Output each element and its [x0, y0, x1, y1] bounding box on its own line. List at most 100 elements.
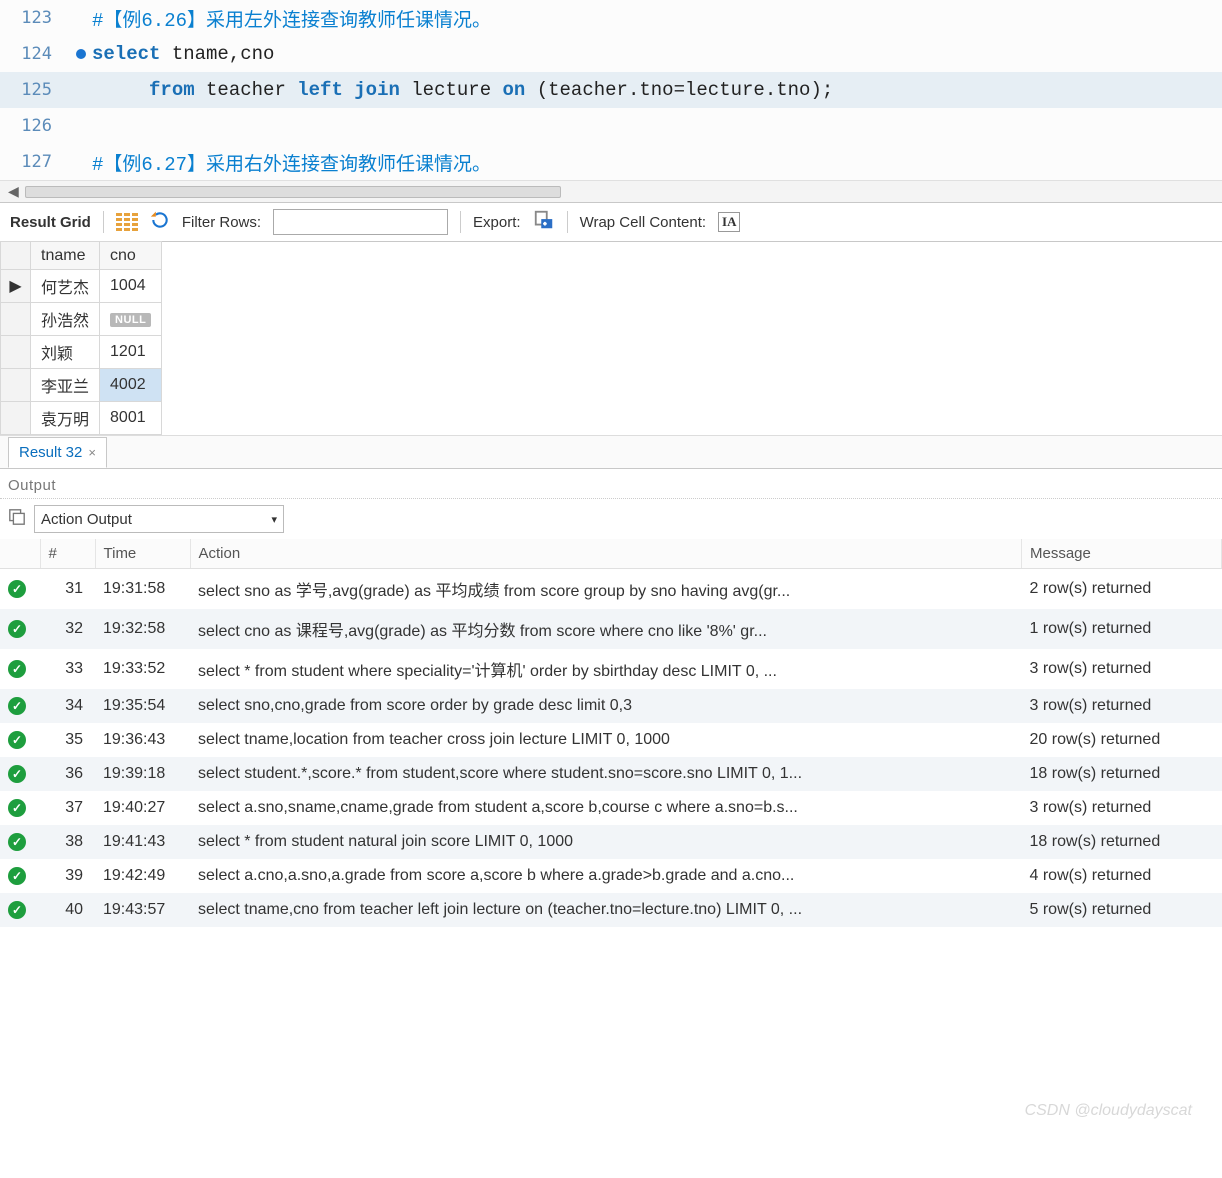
output-stack-icon[interactable] — [8, 508, 26, 530]
cell-cno[interactable]: 1004 — [100, 270, 162, 303]
row-marker — [1, 369, 31, 402]
log-row[interactable]: 3119:31:58select sno as 学号,avg(grade) as… — [0, 569, 1222, 610]
col-status — [0, 539, 40, 569]
log-row[interactable]: 3719:40:27select a.sno,sname,cname,grade… — [0, 791, 1222, 825]
action-output-log[interactable]: #TimeActionMessage3119:31:58select sno a… — [0, 539, 1222, 927]
cell-tname[interactable]: 何艺杰 — [31, 270, 100, 303]
log-time: 19:41:43 — [95, 825, 190, 859]
code-text[interactable]: from teacher left join lecture on (teach… — [92, 79, 833, 101]
breakpoint-icon[interactable] — [76, 49, 86, 59]
scroll-thumb[interactable] — [25, 186, 561, 198]
cell-cno[interactable]: NULL — [100, 303, 162, 336]
table-row[interactable]: 刘颖1201 — [1, 336, 162, 369]
status-ok-icon — [8, 620, 26, 638]
result-grid[interactable]: tnamecno▶何艺杰1004孙浩然NULL刘颖1201李亚兰4002袁万明8… — [0, 241, 162, 435]
col-num[interactable]: # — [40, 539, 95, 569]
status-ok-icon — [8, 697, 26, 715]
code-line[interactable]: 123 #【例6.26】采用左外连接查询教师任课情况。 — [0, 0, 1222, 36]
column-header[interactable]: tname — [31, 242, 100, 270]
chevron-down-icon: ▾ — [271, 513, 277, 526]
log-time: 19:39:18 — [95, 757, 190, 791]
table-row[interactable]: ▶何艺杰1004 — [1, 270, 162, 303]
col-message[interactable]: Message — [1022, 539, 1222, 569]
log-row[interactable]: 3519:36:43select tname,location from tea… — [0, 723, 1222, 757]
cell-tname[interactable]: 李亚兰 — [31, 369, 100, 402]
result-tab[interactable]: Result 32 × — [8, 437, 107, 468]
line-number: 125 — [0, 80, 70, 100]
row-marker — [1, 336, 31, 369]
line-number: 124 — [0, 44, 70, 64]
line-number: 127 — [0, 152, 70, 172]
log-time: 19:42:49 — [95, 859, 190, 893]
line-number: 123 — [0, 8, 70, 28]
row-marker: ▶ — [1, 270, 31, 303]
status-ok-icon — [8, 833, 26, 851]
result-tab-bar: Result 32 × — [0, 435, 1222, 469]
log-message: 3 row(s) returned — [1022, 791, 1222, 825]
log-num: 36 — [40, 757, 95, 791]
col-action[interactable]: Action — [190, 539, 1022, 569]
log-message: 4 row(s) returned — [1022, 859, 1222, 893]
log-row[interactable]: 4019:43:57select tname,cno from teacher … — [0, 893, 1222, 927]
code-text[interactable]: #【例6.26】采用左外连接查询教师任课情况。 — [92, 5, 491, 32]
filter-rows-input[interactable] — [273, 209, 448, 235]
editor-h-scrollbar[interactable]: ◀ — [0, 180, 1222, 202]
log-action: select sno as 学号,avg(grade) as 平均成绩 from… — [190, 569, 1022, 610]
table-row[interactable]: 孙浩然NULL — [1, 303, 162, 336]
refresh-icon[interactable] — [150, 210, 170, 234]
log-row[interactable]: 3619:39:18select student.*,score.* from … — [0, 757, 1222, 791]
col-time[interactable]: Time — [95, 539, 190, 569]
log-action: select sno,cno,grade from score order by… — [190, 689, 1022, 723]
log-num: 37 — [40, 791, 95, 825]
wrap-cell-icon[interactable]: IA — [718, 212, 740, 232]
result-toolbar: Result Grid Filter Rows: Export: Wrap Ce… — [0, 202, 1222, 242]
code-line[interactable]: 127 #【例6.27】采用右外连接查询教师任课情况。 — [0, 144, 1222, 180]
log-row[interactable]: 3419:35:54select sno,cno,grade from scor… — [0, 689, 1222, 723]
cell-tname[interactable]: 袁万明 — [31, 402, 100, 435]
export-label: Export: — [473, 214, 521, 231]
log-row[interactable]: 3319:33:52select * from student where sp… — [0, 649, 1222, 689]
row-marker — [1, 402, 31, 435]
code-line[interactable]: 125 from teacher left join lecture on (t… — [0, 72, 1222, 108]
table-row[interactable]: 李亚兰4002 — [1, 369, 162, 402]
code-line[interactable]: 126 — [0, 108, 1222, 144]
log-row[interactable]: 3819:41:43select * from student natural … — [0, 825, 1222, 859]
wrap-label: Wrap Cell Content: — [580, 214, 706, 231]
column-header[interactable]: cno — [100, 242, 162, 270]
line-number: 126 — [0, 116, 70, 136]
status-ok-icon — [8, 867, 26, 885]
output-select-value: Action Output — [41, 511, 132, 528]
code-line[interactable]: 124 select tname,cno — [0, 36, 1222, 72]
log-message: 18 row(s) returned — [1022, 825, 1222, 859]
filter-rows-label: Filter Rows: — [182, 214, 261, 231]
cell-tname[interactable]: 孙浩然 — [31, 303, 100, 336]
breakpoint-gutter[interactable] — [70, 49, 92, 59]
cell-tname[interactable]: 刘颖 — [31, 336, 100, 369]
result-grid-view-icon[interactable] — [116, 213, 138, 231]
output-type-select[interactable]: Action Output ▾ — [34, 505, 284, 533]
log-action: select * from student natural join score… — [190, 825, 1022, 859]
status-ok-icon — [8, 765, 26, 783]
separator — [103, 211, 104, 233]
code-text[interactable]: select tname,cno — [92, 43, 274, 65]
log-row[interactable]: 3219:32:58select cno as 课程号,avg(grade) a… — [0, 609, 1222, 649]
sql-editor[interactable]: 123 #【例6.26】采用左外连接查询教师任课情况。 124 select tnam… — [0, 0, 1222, 180]
log-message: 20 row(s) returned — [1022, 723, 1222, 757]
log-message: 5 row(s) returned — [1022, 893, 1222, 927]
scroll-left-icon[interactable]: ◀ — [8, 183, 19, 200]
code-text[interactable]: #【例6.27】采用右外连接查询教师任课情况。 — [92, 149, 491, 176]
cell-cno[interactable]: 1201 — [100, 336, 162, 369]
log-num: 40 — [40, 893, 95, 927]
log-action: select tname,cno from teacher left join … — [190, 893, 1022, 927]
export-icon[interactable] — [533, 209, 555, 235]
row-marker — [1, 303, 31, 336]
close-icon[interactable]: × — [88, 445, 96, 460]
separator — [567, 211, 568, 233]
log-row[interactable]: 3919:42:49select a.cno,a.sno,a.grade fro… — [0, 859, 1222, 893]
log-action: select student.*,score.* from student,sc… — [190, 757, 1022, 791]
cell-cno[interactable]: 4002 — [100, 369, 162, 402]
scroll-track[interactable] — [25, 185, 1216, 199]
table-row[interactable]: 袁万明8001 — [1, 402, 162, 435]
cell-cno[interactable]: 8001 — [100, 402, 162, 435]
log-num: 38 — [40, 825, 95, 859]
